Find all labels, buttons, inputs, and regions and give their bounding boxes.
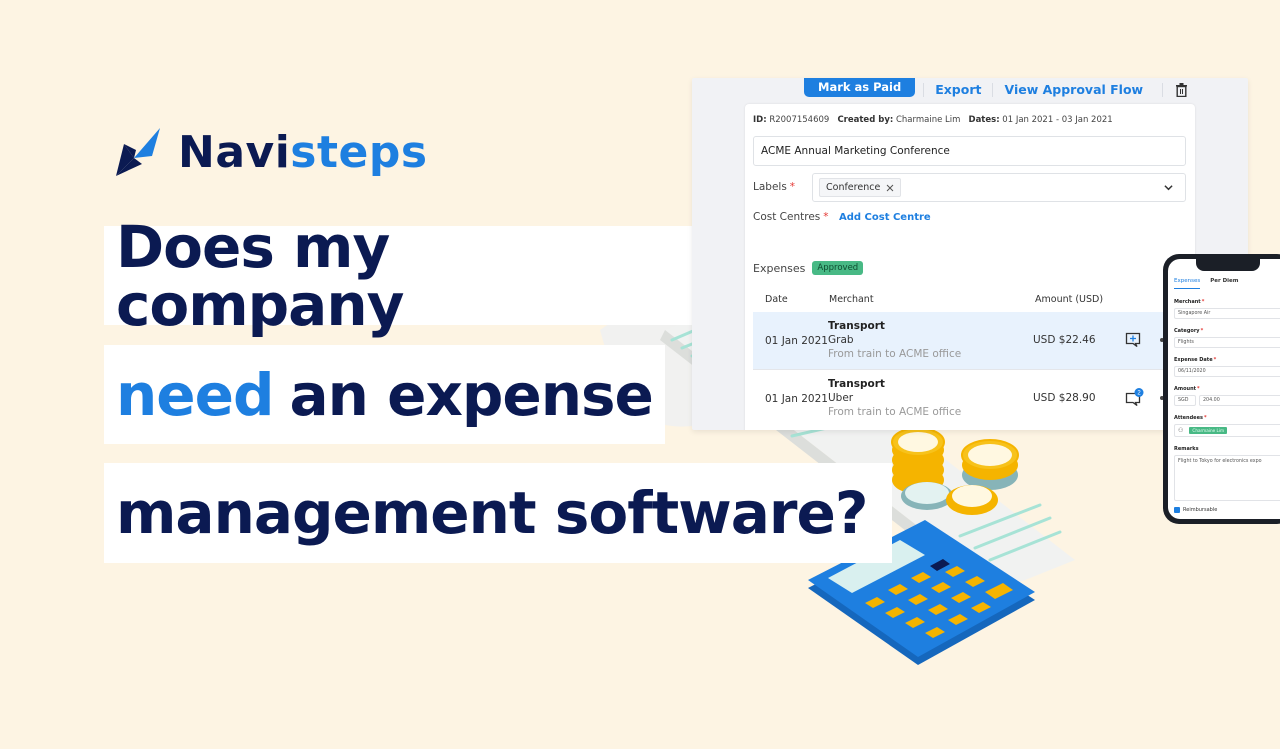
- column-header-date[interactable]: Date: [765, 294, 788, 305]
- chevron-down-icon[interactable]: [1164, 183, 1173, 192]
- navisteps-logo-icon: [116, 128, 160, 176]
- phone-notch: [1196, 259, 1260, 271]
- expense-amount: USD $28.90: [1033, 392, 1096, 404]
- coins-illustration: [891, 427, 1019, 515]
- expense-merchant: Uber: [828, 392, 854, 404]
- required-asterisk: *: [1213, 357, 1217, 363]
- report-id: R2007154609: [769, 115, 830, 125]
- headline-text: Does my company: [116, 212, 404, 339]
- category-label: Category*: [1174, 328, 1203, 334]
- amount-label-text: Amount: [1174, 386, 1197, 392]
- headline-line-1: Does my company: [104, 218, 706, 334]
- currency-select[interactable]: SGD: [1174, 395, 1196, 406]
- expense-description: From train to ACME office: [828, 348, 962, 360]
- reimbursable-label: Reimbursable: [1183, 507, 1218, 513]
- export-button[interactable]: Export: [924, 83, 992, 97]
- column-header-amount[interactable]: Amount (USD): [1035, 294, 1103, 305]
- expense-date-label: Expense Date*: [1174, 357, 1216, 363]
- expense-amount: USD $22.46: [1033, 334, 1096, 346]
- required-asterisk: *: [789, 181, 796, 193]
- created-by-label: Created by:: [837, 115, 894, 125]
- required-asterisk: *: [1203, 415, 1207, 421]
- expense-date-label-text: Expense Date: [1174, 357, 1213, 363]
- report-card: ID: R2007154609 Created by: Charmaine Li…: [745, 104, 1195, 430]
- people-icon: ⚇: [1178, 427, 1184, 434]
- report-title-input[interactable]: ACME Annual Marketing Conference: [753, 136, 1186, 166]
- expense-category: Transport: [828, 320, 885, 332]
- tab-expenses[interactable]: Expenses: [1174, 278, 1201, 289]
- labels-field-label: Labels *: [753, 181, 795, 193]
- required-asterisk: *: [1200, 328, 1204, 334]
- view-approval-flow-button[interactable]: View Approval Flow: [992, 83, 1154, 97]
- merchant-label: Merchant*: [1174, 299, 1204, 305]
- status-badge: Approved: [812, 261, 864, 275]
- attendees-label: Attendees*: [1174, 415, 1207, 421]
- merchant-label-text: Merchant: [1174, 299, 1201, 305]
- category-select[interactable]: Flights: [1174, 337, 1280, 348]
- headline-accent-word: need: [116, 360, 274, 429]
- cost-centres-label-text: Cost Centres: [753, 211, 821, 223]
- headline-line-3: management software?: [104, 463, 892, 563]
- id-label: ID:: [753, 115, 767, 125]
- required-asterisk: *: [823, 211, 829, 223]
- headline-text: management software?: [116, 479, 868, 547]
- label-chip: Conference: [819, 178, 902, 197]
- expenses-header: Expenses Approved: [753, 261, 864, 275]
- brand-name-part1: Navi: [178, 126, 291, 178]
- tab-per-diem[interactable]: Per Diem: [1210, 278, 1238, 289]
- required-asterisk: *: [1201, 299, 1205, 305]
- amount-label: Amount*: [1174, 386, 1200, 392]
- report-meta: ID: R2007154609 Created by: Charmaine Li…: [753, 115, 1113, 125]
- toolbar-divider: [1162, 83, 1164, 97]
- attendees-label-text: Attendees: [1174, 415, 1203, 421]
- expense-row[interactable]: 01 Jan 2021 Transport Grab From train to…: [753, 312, 1193, 369]
- report-toolbar: Mark as Paid Export View Approval Flow: [692, 78, 1248, 102]
- expense-date: 01 Jan 2021: [765, 393, 828, 405]
- attendee-chip[interactable]: Charmaine Lim: [1189, 427, 1228, 434]
- dates-label: Dates:: [968, 115, 1000, 125]
- labels-label-text: Labels: [753, 181, 787, 193]
- close-icon[interactable]: [886, 184, 894, 192]
- brand-name-part2: steps: [290, 126, 428, 178]
- expense-date: 01 Jan 2021: [765, 335, 828, 347]
- expense-category: Transport: [828, 378, 885, 390]
- expense-merchant: Grab: [828, 334, 854, 346]
- expense-row[interactable]: 01 Jan 2021 Transport Uber From train to…: [753, 370, 1193, 427]
- mobile-app-mockup: Expenses Per Diem Merchant* Singapore Ai…: [1163, 254, 1280, 524]
- trash-icon[interactable]: [1175, 83, 1188, 97]
- amount-input[interactable]: 204.00: [1199, 395, 1280, 406]
- labels-select[interactable]: Conference: [812, 173, 1186, 202]
- add-cost-centre-link[interactable]: Add Cost Centre: [839, 212, 931, 223]
- brand-name: Navisteps: [178, 127, 428, 178]
- headline-line-2: need an expense: [104, 345, 665, 444]
- expense-description: From train to ACME office: [828, 406, 962, 418]
- category-label-text: Category: [1174, 328, 1200, 334]
- mobile-screen: Expenses Per Diem Merchant* Singapore Ai…: [1168, 259, 1280, 519]
- dates-value: 01 Jan 2021 - 03 Jan 2021: [1002, 115, 1113, 125]
- brand-logo[interactable]: Navisteps: [114, 126, 428, 178]
- column-header-merchant[interactable]: Merchant: [829, 294, 874, 305]
- headline-text: an expense: [289, 360, 653, 429]
- expenses-title: Expenses: [753, 261, 806, 275]
- reimbursable-checkbox[interactable]: [1174, 507, 1180, 513]
- label-chip-text: Conference: [826, 182, 881, 193]
- required-asterisk: *: [1197, 386, 1200, 392]
- comment-icon[interactable]: 2: [1125, 388, 1144, 407]
- remarks-label: Remarks: [1174, 446, 1199, 452]
- attendees-input[interactable]: ⚇ Charmaine Lim: [1174, 424, 1280, 437]
- mark-as-paid-button[interactable]: Mark as Paid: [804, 78, 916, 97]
- mobile-tabs: Expenses Per Diem: [1174, 278, 1239, 289]
- add-comment-icon[interactable]: [1125, 332, 1141, 348]
- cost-centres-field-label: Cost Centres *: [753, 211, 829, 223]
- created-by-value: Charmaine Lim: [895, 115, 961, 125]
- expense-date-input[interactable]: 06/11/2020: [1174, 366, 1280, 377]
- merchant-input[interactable]: Singapore Air: [1174, 308, 1280, 319]
- remarks-textarea[interactable]: Flight to Tokyo for electronics expo: [1174, 455, 1280, 501]
